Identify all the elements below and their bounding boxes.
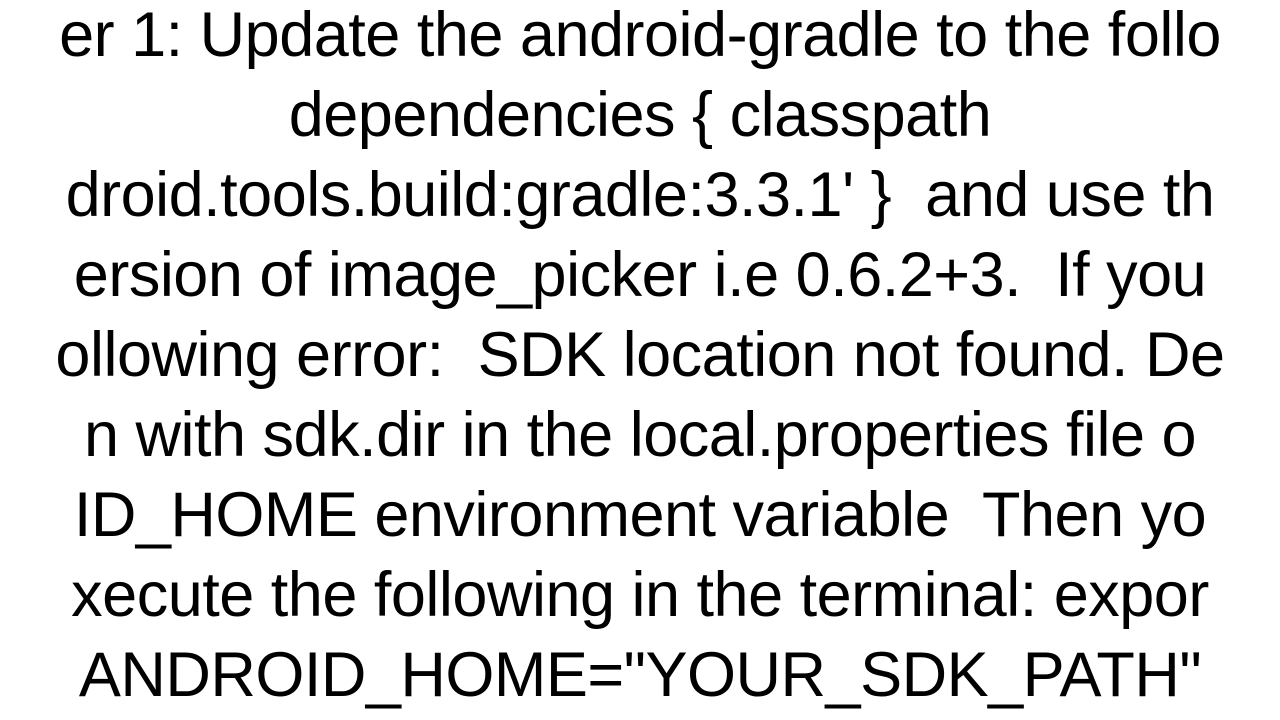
document-text: er 1: Update the android-gradle to the f… [0, 0, 1280, 715]
